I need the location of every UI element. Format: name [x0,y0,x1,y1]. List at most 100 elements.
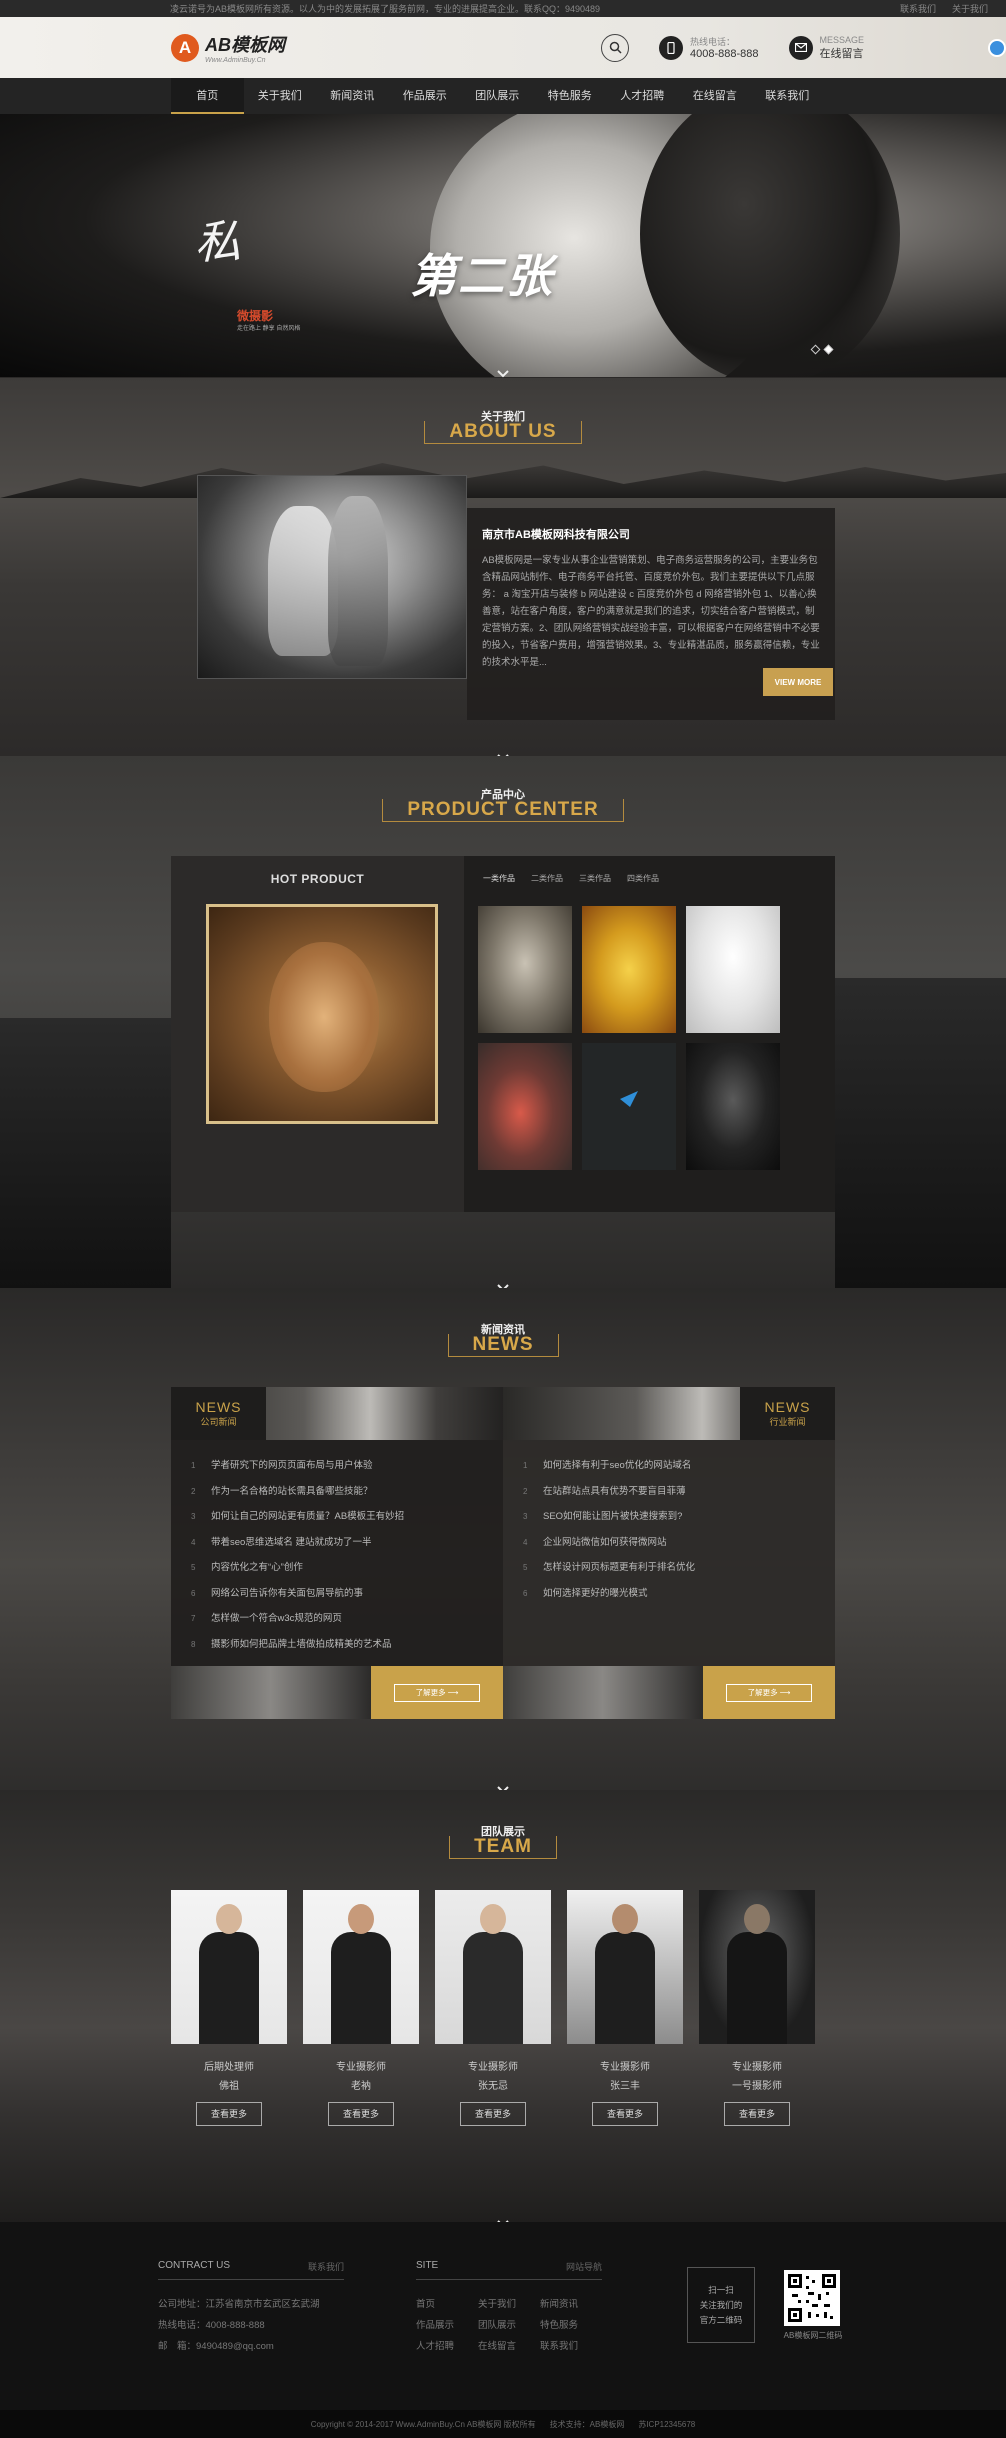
banner-pagination [810,344,834,355]
member-more-button[interactable]: 查看更多 [196,2102,262,2126]
icp-number[interactable]: 苏ICP12345678 [638,2419,695,2430]
list-item[interactable]: 1 学者研究下的网页页面布局与用户体验 [191,1453,503,1479]
copyright-text: Copyright © 2014-2017 Www.AdminBuy.Cn AB… [310,2419,536,2429]
banner-dot-1[interactable] [810,344,821,355]
footer-address: 公司地址：江苏省南京市玄武区玄武湖 [158,2299,320,2310]
team-member: 专业摄影师 张无忌 查看更多 [435,1890,551,2126]
member-name: 佛祖 [219,2081,239,2092]
member-more-button[interactable]: 查看更多 [328,2102,394,2126]
qr-code-icon [784,2270,840,2326]
about-text-box: 南京市AB模板网科技有限公司 AB模板网是一家专业从事企业营销策划、电子商务运营… [467,508,835,720]
footer-email: 邮 箱：9490489@qq.com [158,2341,274,2352]
list-item[interactable]: 3 SEO如何能让图片被快速搜索到? [523,1504,835,1530]
tab-category-3[interactable]: 三类作品 [579,873,611,887]
list-item[interactable]: 3 如何让自己的网站更有质量？AB模板王有妙招 [191,1504,503,1530]
footer-link[interactable]: 特色服务 [540,2315,602,2336]
nav-item-home[interactable]: 首页 [171,78,244,114]
list-item[interactable]: 4 企业网站微信如何获得微网站 [523,1530,835,1556]
avatar[interactable] [567,1890,683,2044]
avatar[interactable] [699,1890,815,2044]
top-links: 联系我们 关于我们 [900,2,988,15]
footer-link[interactable]: 人才招聘 [416,2336,478,2357]
list-item[interactable]: 1 如何选择有利于seo优化的网站域名 [523,1453,835,1479]
footer-site-links: 首页 关于我们 新闻资讯 作品展示 团队展示 特色服务 人才招聘 在线留言 联系… [416,2294,602,2357]
header-message[interactable]: MESSAGE 在线留言 [788,35,865,61]
logo-mark-icon: A [171,33,199,62]
view-more-button[interactable]: VIEW MORE [763,668,833,696]
search-button[interactable] [601,33,629,62]
list-item[interactable]: 6 网络公司告诉你有关面包屑导航的事 [191,1581,503,1607]
nav-item-message[interactable]: 在线留言 [679,78,752,114]
footer-link[interactable]: 关于我们 [478,2294,540,2315]
member-role: 专业摄影师 [468,2062,518,2073]
product-thumb-banana[interactable] [582,906,676,1033]
footer-link[interactable]: 在线留言 [478,2336,540,2357]
mountain-backdrop [0,463,1006,498]
footer-link[interactable]: 团队展示 [478,2315,540,2336]
company-news-more-button[interactable]: 了解更多 ⟶ [394,1683,480,1702]
search-icon [609,41,622,54]
tab-category-4[interactable]: 四类作品 [627,873,659,887]
member-more-button[interactable]: 查看更多 [460,2102,526,2126]
product-heading: 产品中心 PRODUCT CENTER [0,786,1006,822]
nav-item-news[interactable]: 新闻资讯 [316,78,389,114]
message-link[interactable]: 在线留言 [820,45,865,61]
product-thumb-turtle[interactable] [478,906,572,1033]
nav-item-jobs[interactable]: 人才招聘 [606,78,679,114]
product-thumb-hand[interactable] [478,1043,572,1170]
list-item[interactable]: 2 作为一名合格的站长需具备哪些技能？ [191,1479,503,1505]
main-nav: 首页 关于我们 新闻资讯 作品展示 团队展示 特色服务 人才招聘 在线留言 联系… [0,78,1006,114]
top-link-about[interactable]: 关于我们 [952,2,988,15]
news-heading: 新闻资讯 NEWS [0,1321,1006,1357]
member-more-button[interactable]: 查看更多 [724,2102,790,2126]
list-item[interactable]: 7 怎样做一个符合w3c规范的网页 [191,1606,503,1632]
team-grid: 后期处理师 佛祖 查看更多 专业摄影师 老衲 查看更多 专业摄影师 张无忌 查看… [171,1890,815,2126]
tab-category-1[interactable]: 一类作品 [483,873,515,887]
member-name: 老衲 [351,2081,371,2092]
top-link-contact[interactable]: 联系我们 [900,2,936,15]
banner-dot-2[interactable] [823,344,834,355]
product-thumb-portrait[interactable] [686,1043,780,1170]
list-item[interactable]: 4 带着seo思维选域名 建站就成功了一半 [191,1530,503,1556]
list-item[interactable]: 2 在站群站点具有优势不要盲目菲薄 [523,1479,835,1505]
company-news-label[interactable]: NEWS 公司新闻 [171,1387,266,1440]
phone-icon [659,35,683,60]
tab-category-2[interactable]: 二类作品 [531,873,563,887]
floating-chat-icon[interactable] [988,39,1006,57]
industry-news-more-button[interactable]: 了解更多 ⟶ [726,1683,812,1702]
list-item[interactable]: 6 如何选择更好的曝光模式 [523,1581,835,1607]
hot-product-image[interactable] [206,904,438,1124]
qr-caption: AB模板网二维码 [783,2331,843,2340]
footer-link[interactable]: 联系我们 [540,2336,602,2357]
footer-link[interactable]: 新闻资讯 [540,2294,602,2315]
industry-news-label[interactable]: NEWS 行业新闻 [740,1387,835,1440]
member-name: 张无忌 [478,2081,508,2092]
footer-link[interactable]: 作品展示 [416,2315,478,2336]
logo[interactable]: A AB模板网 Www.AdminBuy.Cn [171,31,601,64]
nav-item-services[interactable]: 特色服务 [534,78,607,114]
footer-phone: 热线电话：4008-888-888 [158,2320,265,2331]
company-news: NEWS 公司新闻 1 学者研究下的网页页面布局与用户体验 2 作为一名合格的站长需… [171,1387,503,1719]
copyright-bar: Copyright © 2014-2017 Www.AdminBuy.Cn AB… [0,2410,1006,2438]
company-name: 南京市AB模板网科技有限公司 [482,529,630,541]
list-item[interactable]: 5 内容优化之有“心”创作 [191,1555,503,1581]
news-section: 新闻资讯 NEWS NEWS 公司新闻 1 学者研究下的网页页面布局与用户体验 2… [0,1288,1006,1790]
nav-item-team[interactable]: 团队展示 [461,78,534,114]
about-body: AB模板网是一家专业从事企业营销策划、电子商务运营服务的公司，主要业务包含精品网… [482,555,820,668]
mail-icon [788,35,813,60]
footer-link[interactable]: 首页 [416,2294,478,2315]
nav-item-contact[interactable]: 联系我们 [751,78,824,114]
product-thumb-logo[interactable] [582,1043,676,1170]
footer-contact-head-cn: 联系我们 [307,2262,344,2272]
product-panel: HOT PRODUCT 一类作品 二类作品 三类作品 四类作品 [171,856,835,1212]
product-thumb-bulb[interactable] [686,906,780,1033]
list-item[interactable]: 8 摄影师如何把品牌土墙做拍成精美的艺术品 [191,1632,503,1658]
city-backdrop-left [0,1018,171,1288]
nav-item-about[interactable]: 关于我们 [244,78,317,114]
avatar[interactable] [303,1890,419,2044]
nav-item-works[interactable]: 作品展示 [389,78,462,114]
list-item[interactable]: 5 怎样设计网页标题更有利于排名优化 [523,1555,835,1581]
avatar[interactable] [435,1890,551,2044]
member-more-button[interactable]: 查看更多 [592,2102,658,2126]
avatar[interactable] [171,1890,287,2044]
